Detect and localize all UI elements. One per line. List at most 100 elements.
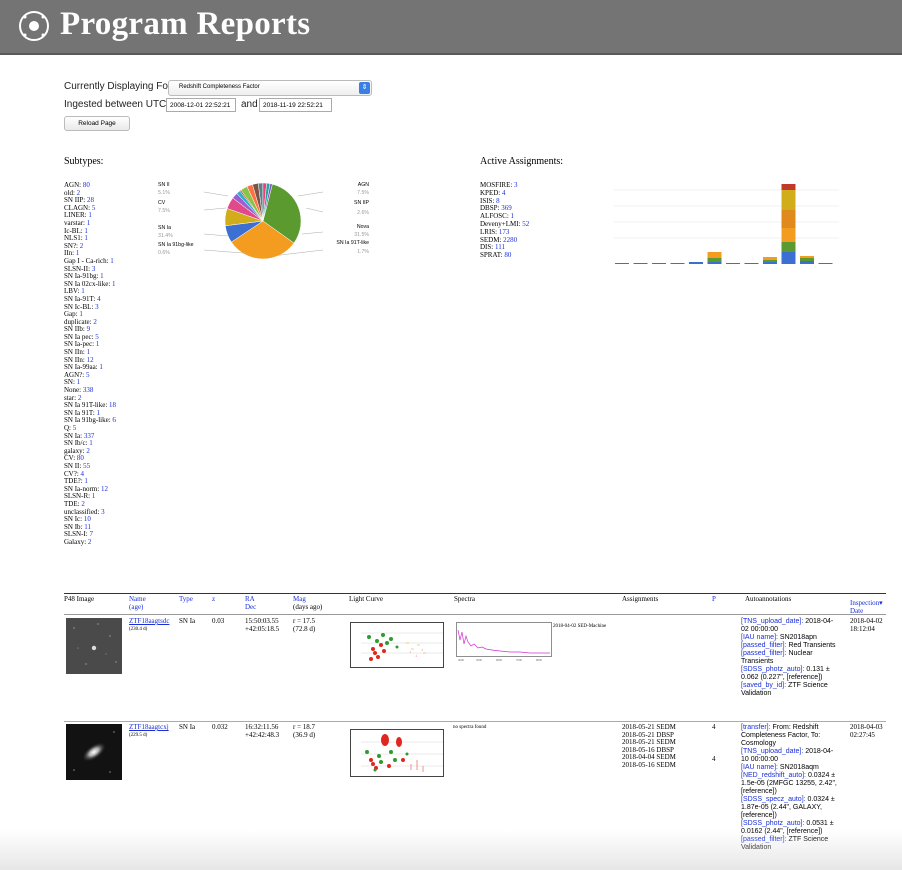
object-age: (230.4 d) — [129, 627, 148, 632]
row-divider — [64, 721, 886, 722]
subtype-item-count-link[interactable]: 1 — [110, 257, 114, 265]
assignment-bar-segment[interactable] — [781, 252, 796, 264]
subtype-item-count-link[interactable]: 55 — [83, 462, 90, 470]
autoannotation-key[interactable]: [TNS_upload_date]: — [741, 618, 805, 625]
subtype-item-count-link[interactable]: 6 — [112, 416, 116, 425]
assignment-item-count-link[interactable]: 173 — [499, 228, 510, 236]
subtype-item-count-link[interactable]: 12 — [101, 485, 108, 493]
autoannotation-key[interactable]: [TNS_upload_date]: — [741, 748, 805, 755]
assignment-bar-segment[interactable] — [781, 242, 796, 252]
pie-pct: 1.7% — [357, 249, 369, 255]
end-date-input[interactable]: 2018-11-19 22:52:21 — [259, 98, 332, 112]
subtype-item-count-link[interactable]: 18 — [109, 401, 116, 409]
svg-text:↓: ↓ — [409, 649, 411, 654]
subtype-item-count-link[interactable]: 2 — [93, 318, 97, 326]
subtype-item-count-link[interactable]: 80 — [83, 181, 90, 189]
subtype-item-count-link[interactable]: 1 — [96, 340, 100, 349]
assignment-bar-segment[interactable] — [744, 263, 759, 264]
subtype-item-count-link[interactable]: 5 — [86, 371, 90, 379]
assignment-item-count-link[interactable]: 80 — [504, 251, 511, 259]
autoannotation-key[interactable]: [NED_redshift_auto]: — [741, 772, 808, 779]
assignment-bar-segment[interactable] — [707, 252, 722, 258]
svg-text:7000: 7000 — [516, 658, 523, 662]
assignment-item-count-link[interactable]: 4 — [502, 189, 506, 197]
program-select[interactable]: Redshift Completeness Factor ⇕ — [168, 80, 372, 96]
autoannotation-key[interactable]: [IAU name]: — [741, 764, 780, 771]
light-curve-plot[interactable] — [350, 729, 444, 777]
assignment-bar-segment[interactable] — [763, 262, 777, 264]
subtype-item-count-link[interactable]: 1 — [92, 492, 96, 501]
assignment-bar-segment[interactable] — [689, 262, 703, 264]
assignment-bar-segment[interactable] — [781, 184, 796, 190]
assignment-bar-segment[interactable] — [707, 262, 722, 264]
assignments-cell: 2018-05-21 SEDM 2018-05-21 DBSP 2018-05-21… — [622, 723, 676, 770]
subtype-item-count-link[interactable]: 1 — [84, 234, 88, 242]
assignment-item-count-link[interactable]: 3 — [514, 181, 518, 189]
assignment-item-count-link[interactable]: 2280 — [503, 236, 517, 244]
object-name-link[interactable]: ZTF18aagtsdc — [129, 617, 169, 626]
assignment-bar-segment[interactable] — [633, 263, 648, 264]
autoannotation-key[interactable]: [IAU name]: — [741, 634, 780, 641]
galaxy-logo-icon — [19, 11, 49, 41]
start-date-input[interactable]: 2008-12-01 22:52:21 — [166, 98, 236, 112]
subtype-item-count-link[interactable]: 338 — [83, 386, 94, 394]
subtype-item-count-link[interactable]: 2 — [80, 242, 84, 250]
assignment-bar-segment[interactable] — [781, 210, 796, 228]
subtype-item-count-link[interactable]: 2 — [88, 538, 92, 546]
autoannotation-item: [saved_by_id]: ZTF Science Validation — [741, 682, 841, 698]
assignment-bar-segment[interactable] — [670, 263, 685, 264]
assignment-item-count-link[interactable]: 369 — [501, 204, 512, 212]
autoannotation-key[interactable]: [SDSS_photz_auto]: — [741, 820, 806, 827]
autoannotation-item: [TNS_upload_date]: 2018-04-02 00:00:00 — [741, 618, 841, 634]
assignment-bar-segment[interactable] — [652, 263, 666, 264]
pie-pct: 5.1% — [158, 190, 170, 196]
autoannotation-key[interactable]: [SDSS_specz_auto]: — [741, 796, 808, 803]
assignment-item-count-link[interactable]: 8 — [496, 197, 500, 205]
autoannotation-key[interactable]: [saved_by_id]: — [741, 682, 788, 689]
spectrum-plot[interactable]: 4000 5000 6000 7000 8000 — [456, 622, 552, 662]
subtype-item-count-link[interactable]: 3 — [101, 508, 105, 516]
object-redshift: 0.03 — [212, 617, 225, 625]
subtype-item-count-link[interactable]: 1 — [99, 363, 103, 371]
col-header-ra[interactable]: RA Dec — [245, 595, 256, 611]
subtype-item-count-link[interactable]: 1 — [112, 280, 116, 288]
assignment-bar-segment[interactable] — [800, 261, 814, 264]
assignment-bar-segment[interactable] — [818, 263, 833, 264]
col-header-inspection[interactable]: Inspection▾ Date — [850, 599, 883, 615]
assignment-bar-segment[interactable] — [800, 258, 814, 261]
autoannotation-value: SN2018aqm — [779, 764, 819, 771]
assignment-item-count-link[interactable]: 52 — [522, 220, 529, 228]
autoannotation-key[interactable]: [passed_filter]: — [741, 642, 788, 649]
assignment-bar-segment[interactable] — [763, 260, 777, 262]
assignment-bar-segment[interactable] — [781, 190, 796, 210]
p48-image-thumbnail[interactable] — [66, 618, 122, 674]
autoannotation-item: [IAU name]: SN2018apn — [741, 634, 841, 642]
assignment-bar-segment[interactable] — [763, 257, 777, 260]
subtypes-heading: Subtypes: — [64, 156, 104, 167]
subtype-item-count-link[interactable]: 3 — [95, 303, 99, 311]
object-name-link[interactable]: ZTF18aagtcxj — [129, 723, 169, 732]
p48-image-thumbnail[interactable] — [66, 724, 122, 780]
assignment-item-label: DBSP: — [480, 204, 502, 213]
assignment-bar-segment[interactable] — [707, 258, 722, 262]
reload-page-button[interactable]: Reload Page — [64, 116, 130, 131]
assignment-item-count-link[interactable]: 111 — [495, 243, 505, 251]
autoannotation-key[interactable]: [transfer]: — [741, 724, 773, 731]
page-bottom-fade — [0, 830, 902, 870]
object-mag-days: (72.8 d) — [293, 625, 316, 633]
assignment-item-count-link[interactable]: 1 — [511, 212, 515, 220]
subtype-item-count-link[interactable]: 5 — [92, 204, 96, 212]
assignment-bar-segment[interactable] — [800, 256, 814, 258]
col-header-name[interactable]: Name (age) — [129, 595, 146, 611]
col-header-type[interactable]: Type — [179, 595, 193, 604]
assignment-bar-segment[interactable] — [726, 263, 740, 264]
light-curve-plot[interactable]: ↓ ↓ ↓ — [350, 622, 444, 668]
autoannotation-key[interactable]: [SDSS_photz_auto]: — [741, 666, 806, 673]
col-header-z[interactable]: z — [212, 595, 215, 604]
col-header-priority[interactable]: P — [712, 595, 716, 604]
subtype-item-count-link[interactable]: 2 — [86, 447, 90, 455]
object-dec: +42:42:48.3 — [245, 731, 280, 739]
assignment-bar-segment[interactable] — [781, 228, 796, 242]
autoannotation-key[interactable]: [passed_filter]: — [741, 650, 788, 657]
assignment-bar-segment[interactable] — [615, 263, 629, 264]
